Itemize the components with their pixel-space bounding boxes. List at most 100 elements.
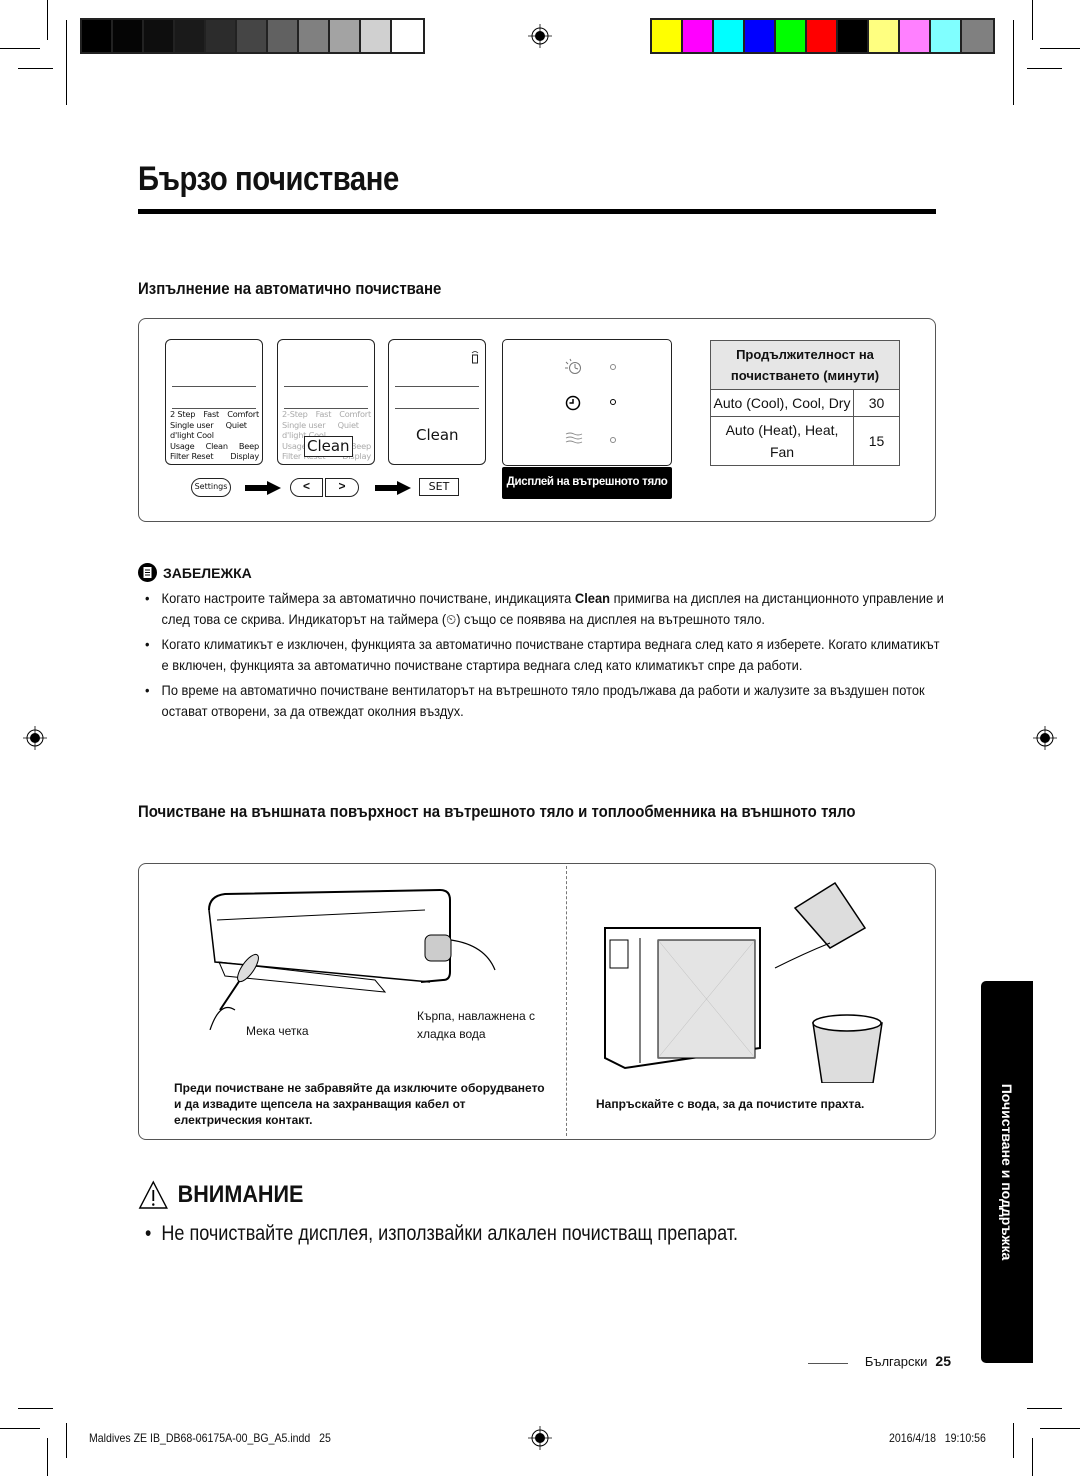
remote-option-row: Single user Quiet [170, 420, 259, 431]
color-swatch [745, 20, 776, 52]
remote-option: Fast [315, 409, 332, 419]
color-swatch [144, 20, 175, 52]
list-item: Когато настроите таймера за автоматично … [145, 588, 945, 629]
remote-option: Quiet [337, 419, 359, 430]
remote-option: Fast [203, 409, 220, 419]
remote-option: Comfort [227, 409, 259, 419]
crop-mark [47, 1438, 48, 1476]
color-swatch [392, 20, 423, 52]
page-footer: Български 25 [865, 1353, 951, 1369]
crop-mark [1032, 0, 1033, 40]
color-swatch [838, 20, 869, 52]
arrow-right-icon [245, 481, 281, 495]
crop-mark [1013, 1423, 1014, 1458]
note-text: Когато настроите таймера за автоматично … [161, 590, 575, 606]
timer-icon [565, 395, 581, 411]
brush-label: Мека четка [246, 1024, 309, 1038]
color-swatch [931, 20, 962, 52]
footer-rule [808, 1363, 848, 1364]
remote-screen-clean-selected: 2-Step Fast Comfort Single user Quiet d'light… [277, 339, 375, 465]
crop-mark [18, 1408, 53, 1409]
warning-text: Не почиствайте дисплея, използвайки алка… [161, 1222, 739, 1245]
page-title: Бързо почистване [138, 160, 399, 198]
remote-option-row: Single user Quiet [282, 420, 371, 431]
note-text: По време на автоматично почистване венти… [161, 682, 925, 719]
indicator-led [610, 364, 616, 370]
crop-mark [1027, 68, 1062, 69]
slug-timestamp: 2016/4/18 19:10:56 [889, 1431, 986, 1445]
list-item: Когато климатикът е изключен, функцията … [145, 634, 945, 675]
color-swatch [683, 20, 714, 52]
color-swatch [206, 20, 237, 52]
crop-mark [18, 68, 53, 69]
registration-mark-icon [528, 1426, 552, 1450]
warning-heading: ВНИМАНИЕ [138, 1180, 303, 1210]
crop-mark [66, 20, 67, 105]
color-swatch [807, 20, 838, 52]
indicator-led [610, 437, 616, 443]
remote-option: 2-Step [282, 409, 308, 419]
color-swatch [714, 20, 745, 52]
crop-mark [1032, 1438, 1033, 1476]
table-row: Auto (Cool), Cool, Dry 30 [710, 389, 900, 417]
note-heading-text: ЗАБЕЛЕЖКА [163, 564, 252, 581]
color-swatch [900, 20, 931, 52]
airflow-icon [565, 432, 583, 444]
lcd-divider [395, 408, 479, 409]
cloth-label: Кърпа, навлажнена с хладка вода [417, 1009, 536, 1041]
remote-option: Single user [170, 419, 214, 430]
remote-option: Usage [282, 440, 307, 451]
remote-option: Beep [350, 440, 371, 451]
left-button[interactable]: < [290, 478, 323, 497]
indoor-unit-display [502, 339, 672, 466]
crop-mark [0, 1428, 40, 1429]
remote-option: Quiet [225, 419, 247, 430]
remote-option: Usage [170, 440, 195, 451]
hand-with-cloth-icon [424, 934, 496, 971]
note-icon [138, 563, 157, 582]
registration-mark-icon [23, 726, 47, 750]
color-swatch [299, 20, 330, 52]
footer-language: Български [864, 1354, 928, 1369]
warning-item: • Не почиствайте дисплея, използвайки ал… [145, 1222, 739, 1245]
remote-option: Comfort [339, 409, 371, 419]
table-cell-minutes: 15 [853, 416, 900, 466]
note-heading: ЗАБЕЛЕЖКА [138, 563, 252, 582]
crop-mark [1027, 1408, 1062, 1409]
remote-option-row: Filter Reset Display [170, 451, 259, 462]
crop-mark [1013, 20, 1014, 105]
remote-option: Beep [238, 440, 259, 451]
registration-mark-icon [1033, 726, 1057, 750]
chapter-side-tab: Почистване и поддръжка [981, 981, 1033, 1363]
right-button[interactable]: > [325, 478, 359, 497]
remote-signal-icon [471, 351, 479, 364]
grayscale-color-bar [80, 18, 425, 54]
color-swatch [82, 20, 113, 52]
section-heading-auto-clean: Изпълнение на автоматично почистване [138, 279, 442, 298]
color-swatch [268, 20, 299, 52]
cleaning-duration-table: Продължителност на почистването (минути)… [710, 340, 900, 466]
remote-options-list: 2 Step Fast Comfort Single user Quiet d'light… [170, 409, 259, 462]
settings-button[interactable]: Settings [191, 478, 231, 497]
remote-option-row: d'light Cool [170, 430, 259, 441]
table-header: Продължителност на почистването (минути) [710, 340, 900, 390]
color-swatch [175, 20, 206, 52]
remote-option-row: 2-Step Fast Comfort [282, 409, 371, 420]
note-list: Когато настроите таймера за автоматично … [145, 588, 945, 726]
crop-mark [1040, 1428, 1080, 1429]
remote-option-row: Usage Clean Beep [170, 441, 259, 452]
remote-screen-clean-set: Clean [388, 339, 486, 465]
clean-highlight: Clean [304, 436, 353, 457]
section-heading-external-cleaning: Почистване на външната повърхност на вът… [138, 802, 856, 821]
panel-divider [566, 866, 567, 1136]
lcd-divider [284, 386, 368, 387]
color-swatch [237, 20, 268, 52]
indicator-led-active [610, 399, 616, 405]
color-swatch [652, 20, 683, 52]
arrow-right-icon [375, 481, 411, 495]
right-figure-caption: Напръскайте с вода, за да почистите прах… [596, 1097, 865, 1111]
table-cell-modes: Auto (Cool), Cool, Dry [710, 389, 854, 417]
set-button[interactable]: SET [419, 478, 459, 496]
auto-clean-icon [565, 358, 581, 374]
color-swatch [962, 20, 993, 52]
